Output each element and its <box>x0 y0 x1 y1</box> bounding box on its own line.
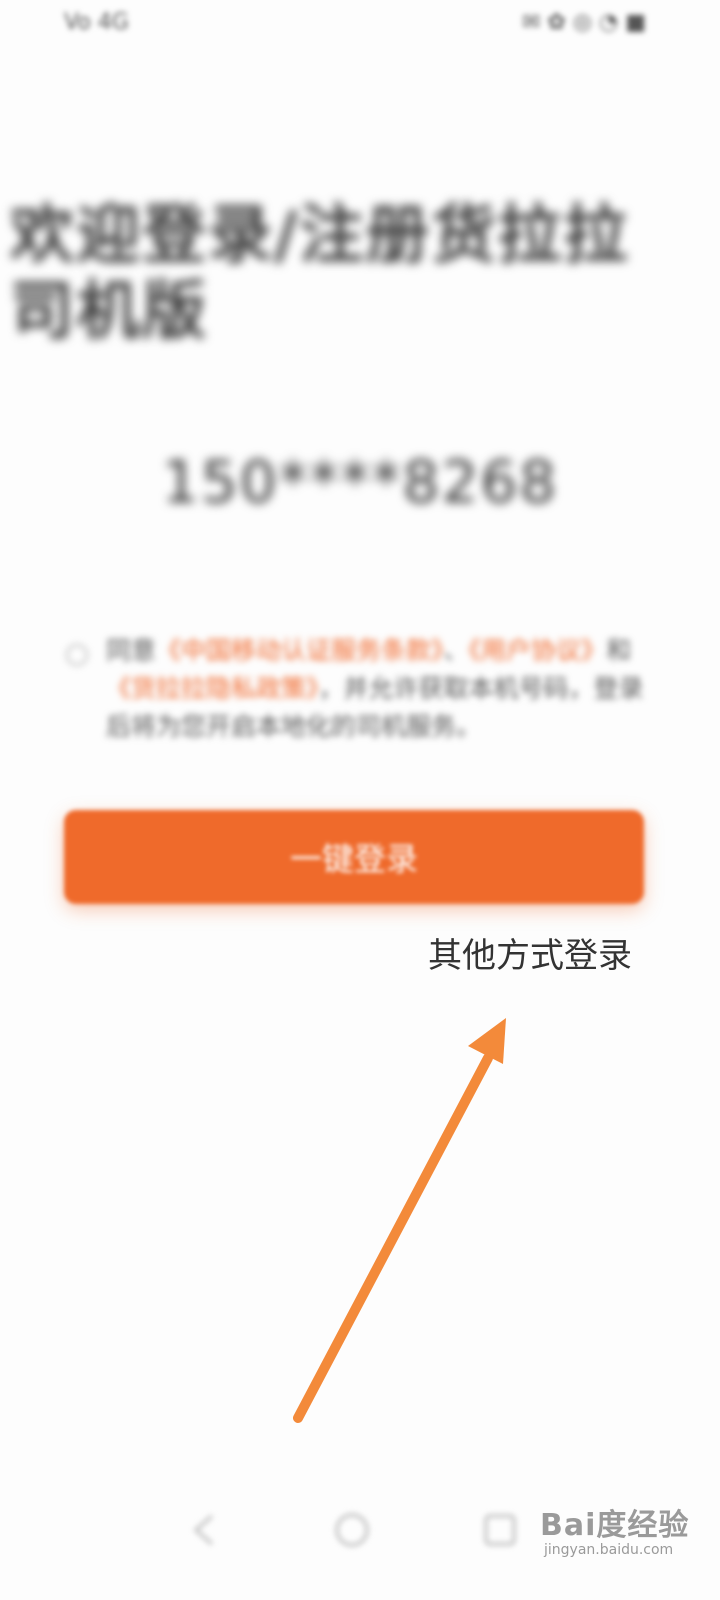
status-icons: ✉ ✿ ◎ ◔ ■ <box>521 10 646 35</box>
watermark-url: jingyan.baidu.com <box>544 1542 674 1558</box>
other-login-methods-link[interactable]: 其他方式登录 <box>428 928 648 984</box>
welcome-title: 欢迎登录/注册货拉拉司机版 <box>10 199 630 349</box>
arrow-head <box>468 1018 506 1064</box>
watermark-logo: Bai度经验 <box>540 1508 690 1543</box>
agreement-text: 同意《中国移动认证服务条款》、《用户协议》和《货拉拉隐私政策》，并允许获取本机号… <box>106 632 646 746</box>
back-icon[interactable] <box>184 1508 228 1552</box>
status-bar: Vo 4G ✉ ✿ ◎ ◔ ■ <box>0 0 720 48</box>
recent-apps-icon[interactable] <box>478 1508 522 1552</box>
masked-phone-number: 150****8268 <box>161 448 559 516</box>
user-agreement-link[interactable]: 《用户协议》 <box>469 636 607 665</box>
agreement-prefix: 同意 <box>106 636 157 665</box>
agreement-checkbox[interactable] <box>66 644 88 666</box>
one-click-login-button[interactable]: 一键登录 <box>64 810 644 904</box>
login-screen: Vo 4G ✉ ✿ ◎ ◔ ■ 欢迎登录/注册货拉拉司机版 150****826… <box>0 0 720 1600</box>
agreement-separator-1: 、 <box>443 636 469 665</box>
baidu-jingyan-watermark: Bai度经验 jingyan.baidu.com <box>540 1492 710 1572</box>
home-icon[interactable] <box>330 1508 374 1552</box>
arrow-shaft <box>293 1053 493 1423</box>
privacy-policy-link[interactable]: 《货拉拉隐私政策》 <box>106 674 319 703</box>
signal-indicator: Vo 4G <box>64 10 129 35</box>
agreement-separator-2: 和 <box>606 636 632 665</box>
carrier-terms-link[interactable]: 《中国移动认证服务条款》 <box>156 636 444 665</box>
